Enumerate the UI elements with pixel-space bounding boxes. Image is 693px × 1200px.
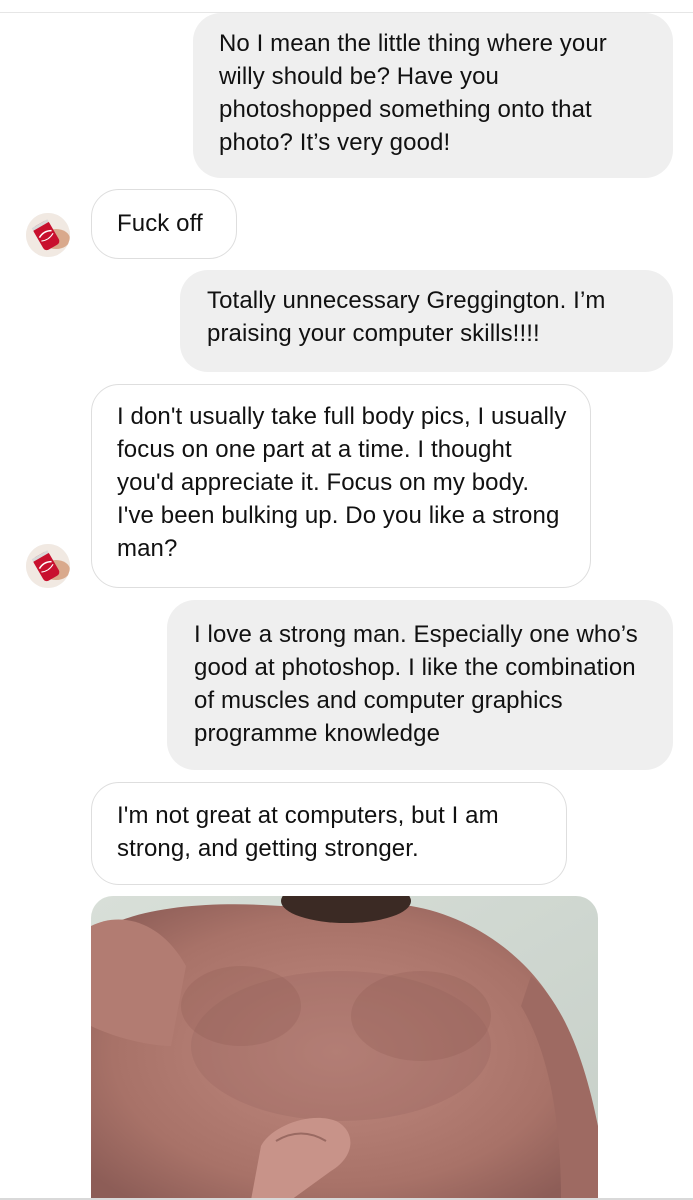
- message-text: Fuck off: [117, 210, 203, 237]
- photo-attachment[interactable]: [91, 896, 598, 1200]
- contact-avatar[interactable]: [26, 213, 70, 257]
- message-bubble-received[interactable]: I don't usually take full body pics, I u…: [91, 384, 591, 588]
- photo-image: [91, 896, 598, 1200]
- message-text: I don't usually take full body pics, I u…: [117, 403, 567, 562]
- message-text: No I mean the little thing where your wi…: [219, 30, 607, 156]
- message-bubble-sent[interactable]: Totally unnecessary Greggington. I’m pra…: [180, 270, 673, 372]
- message-bubble-received[interactable]: I'm not great at computers, but I am str…: [91, 782, 567, 885]
- soda-can-icon: [26, 544, 70, 588]
- message-bubble-received[interactable]: Fuck off: [91, 189, 237, 259]
- message-bubble-sent[interactable]: No I mean the little thing where your wi…: [193, 13, 673, 178]
- message-text: Totally unnecessary Greggington. I’m pra…: [207, 287, 606, 347]
- message-bubble-sent[interactable]: I love a strong man. Especially one who’…: [167, 600, 673, 770]
- chat-screen: No I mean the little thing where your wi…: [0, 0, 693, 1200]
- soda-can-icon: [26, 213, 70, 257]
- message-text: I'm not great at computers, but I am str…: [117, 802, 499, 862]
- contact-avatar[interactable]: [26, 544, 70, 588]
- message-text: I love a strong man. Especially one who’…: [194, 621, 638, 747]
